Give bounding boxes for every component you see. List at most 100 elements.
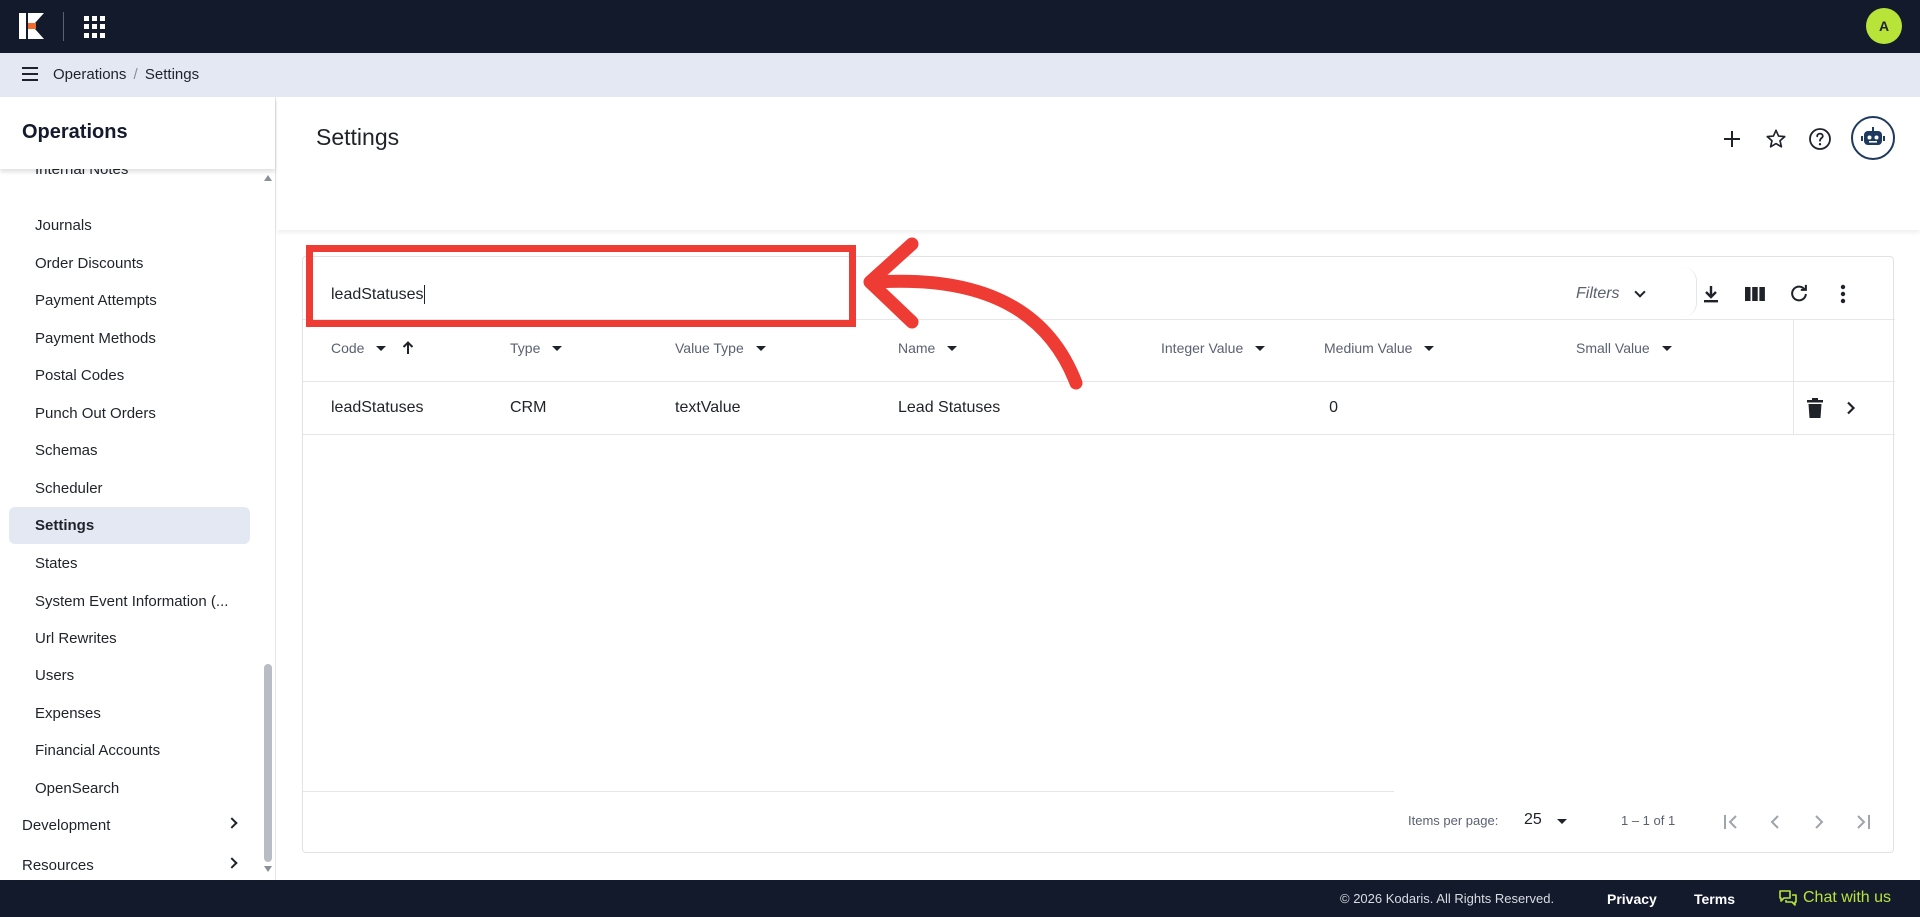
- favorite-button[interactable]: [1758, 121, 1794, 157]
- column-label: Medium Value: [1324, 340, 1413, 356]
- sidebar: Internal Notes Journals Order Discounts …: [0, 97, 276, 880]
- sidebar-item-payment-methods[interactable]: Payment Methods: [9, 320, 250, 357]
- assistant-button[interactable]: [1851, 116, 1895, 160]
- help-circle-icon: [1809, 128, 1831, 150]
- chevron-right-icon[interactable]: [1846, 401, 1856, 415]
- table-header: Code Type Value Type Name Integer Value …: [303, 319, 1895, 382]
- cell-name: Lead Statuses: [898, 399, 1001, 416]
- chevron-right-icon: [226, 857, 238, 869]
- column-label: Small Value: [1576, 340, 1650, 356]
- page-header: Settings: [277, 97, 1920, 230]
- delete-icon[interactable]: [1807, 398, 1823, 418]
- first-page-button[interactable]: [1717, 808, 1745, 836]
- hamburger-menu-icon[interactable]: [22, 67, 40, 83]
- star-icon: [1766, 129, 1786, 148]
- download-button[interactable]: [1696, 279, 1726, 309]
- add-button[interactable]: [1714, 121, 1750, 157]
- breadcrumb-section[interactable]: Operations: [53, 66, 126, 83]
- robot-icon: [1861, 127, 1885, 145]
- sidebar-scrollbar-thumb[interactable]: [264, 664, 272, 862]
- first-page-icon: [1724, 815, 1737, 829]
- sidebar-item-postal-codes[interactable]: Postal Codes: [9, 357, 250, 394]
- chat-icon: [1779, 890, 1797, 906]
- dropdown-arrow-icon[interactable]: [552, 345, 563, 351]
- sidebar-item-journals[interactable]: Journals: [9, 207, 250, 244]
- scroll-up-arrow-icon[interactable]: [264, 175, 272, 181]
- kodaris-logo[interactable]: [19, 13, 44, 39]
- download-icon: [1704, 286, 1718, 303]
- view-columns-icon: [1745, 287, 1765, 301]
- privacy-link[interactable]: Privacy: [1607, 891, 1657, 907]
- breadcrumb-page: Settings: [144, 66, 200, 83]
- dropdown-arrow-icon[interactable]: [1424, 345, 1435, 351]
- actions-column-divider: [1793, 319, 1794, 435]
- apps-grid-icon[interactable]: [84, 16, 106, 38]
- sidebar-title: Operations: [22, 121, 128, 143]
- column-header-value-type[interactable]: Value Type: [675, 340, 766, 356]
- terms-link[interactable]: Terms: [1694, 891, 1735, 907]
- sidebar-item-financial-accounts[interactable]: Financial Accounts: [9, 732, 250, 769]
- sidebar-item-system-event-information[interactable]: System Event Information (...: [9, 583, 250, 620]
- more-options-button[interactable]: [1828, 279, 1858, 309]
- help-button[interactable]: [1802, 121, 1838, 157]
- annotation-highlight-box: [306, 245, 856, 327]
- filters-dropdown[interactable]: Filters: [1576, 279, 1686, 309]
- copyright-text: © 2026 Kodaris. All Rights Reserved.: [1340, 891, 1555, 906]
- dropdown-arrow-icon[interactable]: [1661, 345, 1672, 351]
- column-header-code[interactable]: Code: [331, 340, 414, 356]
- more-vert-icon: [1840, 284, 1846, 304]
- top-app-bar: A: [0, 0, 1920, 53]
- sidebar-group-resources[interactable]: Resources: [0, 847, 250, 884]
- chevron-right-icon: [226, 817, 238, 829]
- sidebar-item-schemas[interactable]: Schemas: [9, 432, 250, 469]
- sidebar-group-label: Development: [22, 817, 111, 834]
- table-row[interactable]: leadStatuses CRM textValue Lead Statuses…: [303, 382, 1895, 435]
- sidebar-group-label: Resources: [22, 857, 94, 874]
- sidebar-item-payment-attempts[interactable]: Payment Attempts: [9, 282, 250, 319]
- dropdown-arrow-icon[interactable]: [376, 345, 387, 351]
- dropdown-arrow-icon[interactable]: [1557, 819, 1567, 824]
- column-header-integer-value[interactable]: Integer Value: [1161, 340, 1266, 356]
- refresh-button[interactable]: [1784, 279, 1814, 309]
- settings-table-card: Filters Code Type Value Type Name: [302, 256, 1895, 853]
- dropdown-arrow-icon[interactable]: [1255, 345, 1266, 351]
- items-per-page-select[interactable]: 25: [1524, 811, 1542, 829]
- column-header-type[interactable]: Type: [510, 340, 563, 356]
- pager-divider: [303, 791, 1394, 792]
- sidebar-group-development[interactable]: Development: [0, 807, 250, 844]
- sidebar-item-punch-out-orders[interactable]: Punch Out Orders: [9, 395, 250, 432]
- chat-with-us-button[interactable]: Chat with us: [1779, 889, 1891, 907]
- last-page-icon: [1857, 815, 1870, 829]
- chat-label: Chat with us: [1803, 889, 1892, 906]
- sort-ascending-icon[interactable]: [402, 341, 414, 355]
- refresh-icon: [1791, 284, 1807, 302]
- sidebar-item-states[interactable]: States: [9, 545, 250, 582]
- scroll-down-arrow-icon[interactable]: [264, 866, 272, 872]
- previous-page-button[interactable]: [1761, 808, 1789, 836]
- breadcrumb: Operations / Settings: [53, 66, 199, 83]
- next-page-button[interactable]: [1805, 808, 1833, 836]
- breadcrumb-bar: Operations / Settings: [0, 53, 1920, 97]
- sidebar-item-opensearch[interactable]: OpenSearch: [9, 770, 250, 807]
- dropdown-arrow-icon[interactable]: [755, 345, 766, 351]
- filters-divider: [1683, 267, 1697, 317]
- sidebar-item-users[interactable]: Users: [9, 657, 250, 694]
- items-per-page-label: Items per page:: [1408, 813, 1499, 828]
- columns-button[interactable]: [1740, 279, 1770, 309]
- sidebar-item-scheduler[interactable]: Scheduler: [9, 470, 250, 507]
- column-header-small-value[interactable]: Small Value: [1576, 340, 1672, 356]
- column-header-medium-value[interactable]: Medium Value: [1324, 340, 1435, 356]
- sidebar-item-settings[interactable]: Settings: [9, 507, 250, 544]
- last-page-button[interactable]: [1849, 808, 1877, 836]
- sidebar-item-url-rewrites[interactable]: Url Rewrites: [9, 620, 250, 657]
- user-avatar[interactable]: A: [1866, 8, 1902, 44]
- sidebar-item-expenses[interactable]: Expenses: [9, 695, 250, 732]
- chevron-down-icon: [1633, 285, 1646, 298]
- sidebar-header: Operations: [0, 97, 275, 169]
- column-label: Code: [331, 340, 365, 356]
- chevron-left-icon: [1770, 815, 1779, 829]
- pagination-range: 1 – 1 of 1: [1621, 813, 1676, 828]
- sidebar-item-order-discounts[interactable]: Order Discounts: [9, 245, 250, 282]
- footer: © 2026 Kodaris. All Rights Reserved. Pri…: [0, 880, 1920, 917]
- column-label: Integer Value: [1161, 340, 1244, 356]
